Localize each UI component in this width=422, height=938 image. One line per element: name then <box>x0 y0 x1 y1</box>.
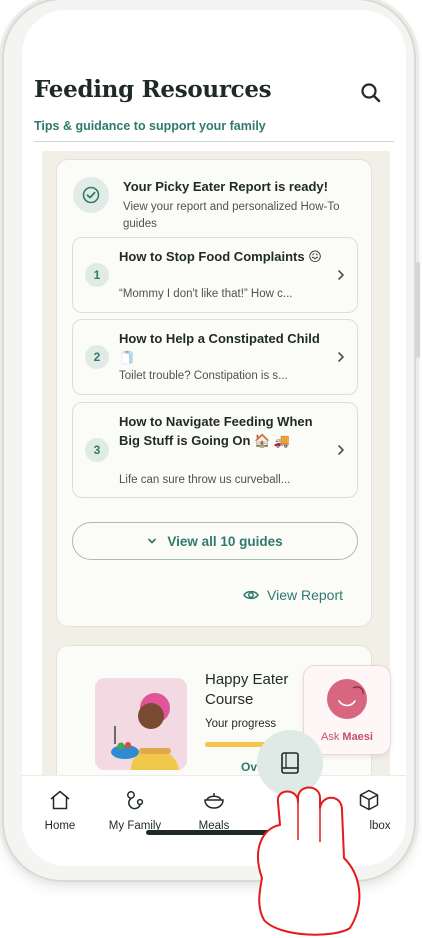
chevron-right-icon <box>338 352 344 362</box>
guide-title: How to Stop Food Complaints 😖 <box>119 249 322 264</box>
divider <box>34 141 394 142</box>
bowl-icon <box>204 793 224 809</box>
guide-snippet: Toilet trouble? Constipation is s... <box>119 370 288 382</box>
tab-label: lbox <box>369 820 391 832</box>
view-all-label: View all 10 guides <box>167 533 283 549</box>
ask-maesi-button[interactable]: Ask Maesi <box>303 665 391 755</box>
search-icon[interactable] <box>358 80 384 106</box>
bottom-tab-bar: Home My Family Meals lbox <box>22 775 406 866</box>
guide-title: How to Help a Constipated Child 🧻 <box>119 331 320 365</box>
chevron-right-icon <box>338 445 344 455</box>
chevron-right-icon <box>338 270 344 280</box>
tab-toolbox[interactable]: lbox <box>334 788 404 832</box>
view-report-link[interactable]: View Report <box>243 587 343 603</box>
report-title: Your Picky Eater Report is ready! <box>123 179 328 194</box>
course-illustration <box>95 678 187 770</box>
course-progress-label: Your progress <box>205 718 277 730</box>
ask-label: Ask Maesi <box>321 731 373 743</box>
family-icon <box>127 791 144 810</box>
guide-item-2[interactable]: 2 How to Help a Constipated Child 🧻 Toil… <box>72 319 358 395</box>
tab-my-family[interactable]: My Family <box>100 788 170 832</box>
tab-label: Home <box>44 820 76 832</box>
tab-meals[interactable]: Meals <box>179 788 249 832</box>
tab-home[interactable]: Home <box>25 788 95 832</box>
guide-emoji: 🧻 <box>119 350 136 365</box>
report-description: View your report and personalized How-To… <box>123 201 340 230</box>
course-title: Happy Eater Course <box>205 671 289 708</box>
report-card: Your Picky Eater Report is ready! View y… <box>56 159 372 627</box>
guide-item-3[interactable]: 3 How to Navigate Feeding When Big Stuff… <box>72 402 358 498</box>
box-icon <box>359 789 379 811</box>
home-indicator <box>146 830 284 835</box>
course-link[interactable]: Ov <box>241 760 257 774</box>
guide-item-1[interactable]: 1 How to Stop Food Complaints 😖 “Mommy I… <box>72 237 358 313</box>
guide-number: 2 <box>85 345 109 369</box>
side-button <box>416 262 420 358</box>
guide-number: 1 <box>85 263 109 287</box>
guide-emoji: 🏠 🚚 <box>254 433 291 448</box>
tab-guides[interactable] <box>257 730 323 796</box>
page-subtitle: Tips & guidance to support your family <box>34 119 266 133</box>
page-title: Feeding Resources <box>34 76 272 103</box>
guide-number: 3 <box>85 438 109 462</box>
home-icon <box>50 790 70 810</box>
book-icon <box>281 752 299 774</box>
chevron-down-icon <box>148 538 157 544</box>
view-all-guides-button[interactable]: View all 10 guides <box>72 522 358 560</box>
app-screen: Feeding Resources Tips & guidance to sup… <box>22 10 406 866</box>
guide-snippet: “Mommy I don't like that!” How c... <box>119 288 293 300</box>
maesi-avatar <box>327 679 367 719</box>
view-report-label: View Report <box>267 587 344 603</box>
check-icon <box>73 177 109 213</box>
phone-frame: Feeding Resources Tips & guidance to sup… <box>4 0 420 880</box>
guide-emoji: 😖 <box>308 249 322 264</box>
eye-icon <box>243 590 259 600</box>
guide-snippet: Life can sure throw us curveball... <box>119 474 291 486</box>
guide-title: How to Navigate Feeding When Big Stuff i… <box>119 414 313 448</box>
